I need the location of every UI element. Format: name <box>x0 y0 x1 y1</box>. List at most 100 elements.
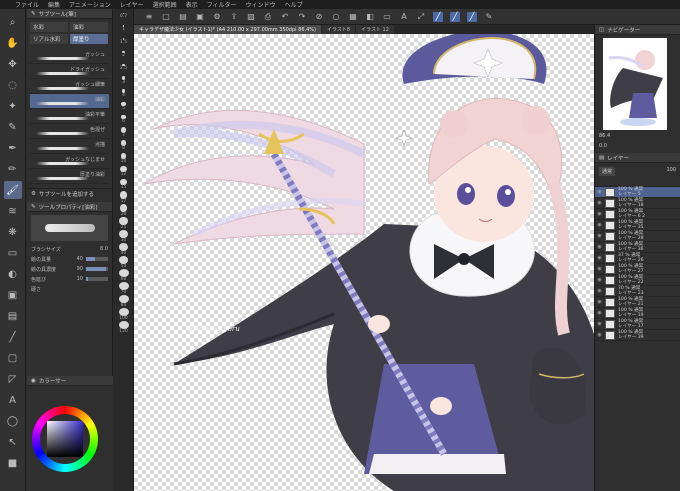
eye-icon[interactable]: ◉ <box>595 244 604 250</box>
eye-icon[interactable]: ◉ <box>595 310 604 316</box>
blend-icon[interactable]: ◐ <box>4 265 22 283</box>
brush-size-option[interactable]: 15 <box>114 178 133 191</box>
eye-icon[interactable]: ◉ <box>595 222 604 228</box>
edit-icon[interactable]: ✎ <box>484 12 494 22</box>
eye-icon[interactable]: ◉ <box>595 288 604 294</box>
deselect-icon[interactable]: ⊘ <box>314 12 324 22</box>
brush-size-option[interactable]: 5 <box>114 100 133 113</box>
snap-ruler-icon[interactable]: ╱ <box>433 11 443 22</box>
layer-row[interactable]: ◉ 100 % 通常 レイヤー 21 <box>595 297 680 308</box>
ruler-icon[interactable]: ◸ <box>4 370 22 388</box>
open-icon[interactable]: ▤ <box>178 12 188 22</box>
print-icon[interactable]: ⎙ <box>263 12 273 22</box>
brush-size-option[interactable]: 60 <box>114 269 133 282</box>
frame-icon[interactable]: ▭ <box>382 12 392 22</box>
brush-item[interactable]: 点描 <box>30 139 109 154</box>
tab-oil[interactable]: 油彩 <box>70 22 108 32</box>
paint-density-slider[interactable] <box>86 267 108 271</box>
brush-size-option[interactable]: 0.7 <box>114 9 133 22</box>
layer-row[interactable]: ◉ 100 % 通常 レイヤー 27 <box>595 264 680 275</box>
tab-document-1[interactable]: キャラデザ魔法少女 (イラスト1)* (A4 210.00 x 297.00mm… <box>134 25 321 34</box>
brush-size-option[interactable]: 7 <box>114 126 133 139</box>
pen-icon[interactable]: ✒ <box>4 139 22 157</box>
save-icon[interactable]: ▣ <box>195 12 205 22</box>
menu-layer[interactable]: レイヤー <box>120 0 144 9</box>
transform-icon[interactable]: ⤢ <box>416 12 426 22</box>
navigator-preview[interactable] <box>603 38 667 130</box>
figure-icon[interactable]: ╱ <box>4 328 22 346</box>
redo-icon[interactable]: ↷ <box>297 12 307 22</box>
brush-size-option[interactable]: 17 <box>114 191 133 204</box>
pencil-icon[interactable]: ✏ <box>4 160 22 178</box>
menu-selection[interactable]: 選択範囲 <box>153 0 177 9</box>
layer-row[interactable]: ◉ 100 % 通常 レイヤー 28 <box>595 231 680 242</box>
color-stretch-row[interactable]: 色延び 10 <box>27 274 112 284</box>
brush-item[interactable]: ガッシュ <box>30 49 109 64</box>
brush-size-option[interactable]: 4 <box>114 87 133 100</box>
eye-icon[interactable]: ◉ <box>595 299 604 305</box>
menu-animation[interactable]: アニメーション <box>69 0 111 9</box>
clear-icon[interactable]: ○ <box>331 12 341 22</box>
canvas[interactable]: @Xomiya_yoru <box>134 34 594 491</box>
tab-document-12[interactable]: イラスト 12 <box>356 25 394 34</box>
eye-icon[interactable]: ◉ <box>595 233 604 239</box>
brush-size-option[interactable]: 50 <box>114 256 133 269</box>
brush-size-option[interactable]: 2 <box>114 48 133 61</box>
frame-icon[interactable]: ▢ <box>4 349 22 367</box>
brush-size-option[interactable]: 1.5 <box>114 35 133 48</box>
brush-size-option[interactable]: 25 <box>114 217 133 230</box>
brush-size-option[interactable]: 6 <box>114 113 133 126</box>
layer-row[interactable]: ◉ 100 % 通常 レイヤー 39 <box>595 330 680 341</box>
rotation-readout[interactable]: 0.0 <box>599 143 607 149</box>
menu-edit[interactable]: 編集 <box>48 0 60 9</box>
zoom-readout[interactable]: 86.4 <box>599 133 610 139</box>
export-icon[interactable]: ⇪ <box>229 12 239 22</box>
snap-special-icon[interactable]: ╱ <box>450 11 460 22</box>
new-file-icon[interactable]: ▢ <box>161 12 171 22</box>
eye-icon[interactable]: ◉ <box>595 200 604 206</box>
layer-row[interactable]: ◉ 100 % 通常 レイヤー 35 <box>595 220 680 231</box>
airbrush-icon[interactable]: ≋ <box>4 202 22 220</box>
eye-icon[interactable]: ◉ <box>595 266 604 272</box>
eye-icon[interactable]: ◉ <box>595 332 604 338</box>
saturation-square[interactable] <box>47 421 83 457</box>
blend-mode-select[interactable]: 通常 <box>599 167 616 176</box>
eraser-icon[interactable]: ▭ <box>4 244 22 262</box>
menu-icon[interactable]: ≡ <box>144 12 154 22</box>
brush-size-option[interactable]: 12 <box>114 165 133 178</box>
layer-row[interactable]: ◉ 100 % 通常 レイヤー 36 <box>595 242 680 253</box>
opacity-field[interactable]: 100 <box>666 167 676 173</box>
layer-row[interactable]: ◉ 100 % 通常 レイヤー 19 <box>595 308 680 319</box>
brush-size-option[interactable]: 40 <box>114 243 133 256</box>
color-wheel[interactable] <box>32 406 98 472</box>
hand-icon[interactable]: ✋ <box>4 34 22 52</box>
eye-icon[interactable]: ◉ <box>595 321 604 327</box>
menu-window[interactable]: ウィンドウ <box>246 0 276 9</box>
brush-size-option[interactable]: 120 <box>114 321 133 334</box>
menu-view[interactable]: 表示 <box>186 0 198 9</box>
layer-row[interactable]: ◉ 100 % 通常 レイヤー 17 <box>595 319 680 330</box>
balloon-icon[interactable]: ◯ <box>4 412 22 430</box>
text-icon[interactable]: A <box>4 391 22 409</box>
brush-size-option[interactable]: 80 <box>114 295 133 308</box>
eye-icon[interactable]: ◉ <box>595 211 604 217</box>
brush-item[interactable]: 厚塗り油彩 <box>30 169 109 184</box>
gradient-icon[interactable]: ▤ <box>4 307 22 325</box>
brush-size-option[interactable]: 8 <box>114 139 133 152</box>
eyedropper-icon[interactable]: ✎ <box>4 118 22 136</box>
paint-amount-slider[interactable] <box>86 257 108 261</box>
paint-amount-row[interactable]: 絵の具量 40 <box>27 254 112 264</box>
eye-icon[interactable]: ◉ <box>595 255 604 261</box>
brush-item[interactable]: ガッシュ細筆 <box>30 79 109 94</box>
brush-item[interactable]: 油彩平筆 <box>30 109 109 124</box>
menu-filter[interactable]: フィルター <box>207 0 237 9</box>
text-tool-icon[interactable]: A <box>399 12 409 22</box>
add-subtool-button[interactable]: ⚙ サブツールを追加する <box>27 188 112 199</box>
tab-watercolor[interactable]: 水彩 <box>30 22 68 32</box>
layer-row[interactable]: ◉ 70 % 通常 レイヤー 23 <box>595 286 680 297</box>
brush-size-option[interactable]: 70 <box>114 282 133 295</box>
brush-size-option[interactable]: 30 <box>114 230 133 243</box>
brush-icon[interactable]: 🖌 <box>3 181 22 199</box>
correct-line-icon[interactable]: ↖ <box>4 433 22 451</box>
move-icon[interactable]: ✥ <box>4 55 22 73</box>
